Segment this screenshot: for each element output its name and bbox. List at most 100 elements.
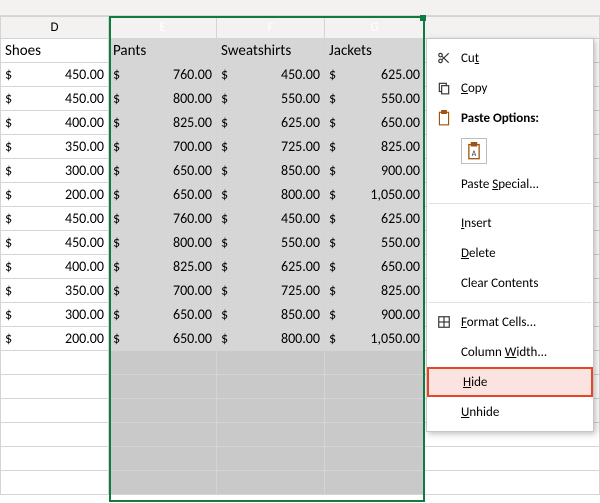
context-menu[interactable]: Cut Copy Paste Options: A Paste Special.… [426,38,594,432]
cell[interactable]: $350.00 [1,135,109,159]
cell[interactable]: $550.00 [217,231,325,255]
cell[interactable]: $450.00 [217,207,325,231]
cell[interactable] [109,375,217,399]
cell[interactable] [217,399,325,423]
cell[interactable]: $650.00 [109,303,217,327]
col-header-E[interactable]: E [109,17,217,39]
cell[interactable] [109,423,217,447]
cell[interactable] [325,423,425,447]
cell[interactable] [1,351,109,375]
col-header-D[interactable]: D [1,17,109,39]
cell[interactable]: $550.00 [325,231,425,255]
cell[interactable]: $450.00 [1,231,109,255]
cell[interactable] [109,399,217,423]
cell[interactable] [109,351,217,375]
cell[interactable]: $825.00 [325,279,425,303]
field-header-E[interactable]: Pants [109,39,217,63]
cell[interactable]: $200.00 [1,183,109,207]
cell[interactable]: $550.00 [325,87,425,111]
field-header-G[interactable]: Jackets [325,39,425,63]
menu-hide[interactable]: Hide [427,367,593,397]
cell[interactable]: $350.00 [1,279,109,303]
cell[interactable] [1,375,109,399]
cell[interactable]: $550.00 [217,87,325,111]
cell[interactable] [325,351,425,375]
cell[interactable]: $1,050.00 [325,327,425,351]
menu-insert[interactable]: Insert [427,208,593,238]
paste-keep-source-button[interactable]: A [461,138,487,164]
cell[interactable]: $650.00 [109,159,217,183]
cell[interactable]: $400.00 [1,255,109,279]
cell[interactable]: $850.00 [217,159,325,183]
table-row[interactable] [1,471,600,495]
menu-delete[interactable]: Delete [427,238,593,268]
cell[interactable]: $800.00 [109,231,217,255]
cell[interactable]: $825.00 [109,111,217,135]
cell[interactable]: $450.00 [1,63,109,87]
field-header-D[interactable]: Shoes [1,39,109,63]
menu-clear-contents[interactable]: Clear Contents [427,268,593,298]
cell[interactable]: $450.00 [217,63,325,87]
cell[interactable]: $725.00 [217,279,325,303]
menu-unhide-label: Unhide [461,405,585,420]
cell[interactable]: $625.00 [325,207,425,231]
cell[interactable]: $650.00 [109,183,217,207]
table-row[interactable] [1,447,600,471]
cell[interactable]: $825.00 [325,135,425,159]
cell[interactable]: $760.00 [109,207,217,231]
menu-column-width-label: Column Width... [461,345,585,360]
cell[interactable]: $850.00 [217,303,325,327]
cell[interactable] [217,351,325,375]
cell[interactable]: $200.00 [1,327,109,351]
cell[interactable] [217,471,325,495]
cell[interactable] [325,447,425,471]
cell[interactable]: $300.00 [1,159,109,183]
cell[interactable] [325,375,425,399]
menu-cut-label: Cut [461,51,585,66]
col-header-G[interactable]: G [325,17,425,39]
cell[interactable] [1,423,109,447]
cell[interactable]: $650.00 [325,111,425,135]
cell[interactable] [217,423,325,447]
cell[interactable]: $760.00 [109,63,217,87]
cell[interactable]: $800.00 [109,87,217,111]
col-header-F[interactable]: F [217,17,325,39]
menu-column-width[interactable]: Column Width... [427,337,593,367]
clipboard-icon [433,107,455,129]
menu-paste-special[interactable]: Paste Special... [427,169,593,199]
cell[interactable]: $450.00 [1,87,109,111]
field-header-F[interactable]: Sweatshirts [217,39,325,63]
cell[interactable]: $625.00 [217,111,325,135]
cell[interactable] [1,447,109,471]
cell[interactable]: $900.00 [325,159,425,183]
cell[interactable]: $725.00 [217,135,325,159]
cell[interactable]: $625.00 [325,63,425,87]
cell[interactable] [325,471,425,495]
cell[interactable]: $300.00 [1,303,109,327]
cell[interactable]: $900.00 [325,303,425,327]
cell[interactable]: $800.00 [217,183,325,207]
cell[interactable] [109,447,217,471]
cell[interactable]: $700.00 [109,279,217,303]
cell[interactable]: $1,050.00 [325,183,425,207]
cell[interactable]: $450.00 [1,207,109,231]
cell[interactable]: $800.00 [217,327,325,351]
cell[interactable]: $625.00 [217,255,325,279]
cell[interactable] [217,447,325,471]
cell[interactable] [1,399,109,423]
cell[interactable] [1,471,109,495]
cell[interactable] [325,399,425,423]
cell[interactable] [217,375,325,399]
cell[interactable] [109,471,217,495]
cell[interactable]: $650.00 [109,327,217,351]
menu-copy[interactable]: Copy [427,73,593,103]
cell[interactable]: $650.00 [325,255,425,279]
column-header-row[interactable]: D E F G [1,17,600,39]
cell[interactable]: $400.00 [1,111,109,135]
menu-cut[interactable]: Cut [427,43,593,73]
cell[interactable]: $825.00 [109,255,217,279]
cell[interactable]: $700.00 [109,135,217,159]
menu-format-cells[interactable]: Format Cells... [427,307,593,337]
menu-separator [429,203,591,204]
menu-unhide[interactable]: Unhide [427,397,593,427]
